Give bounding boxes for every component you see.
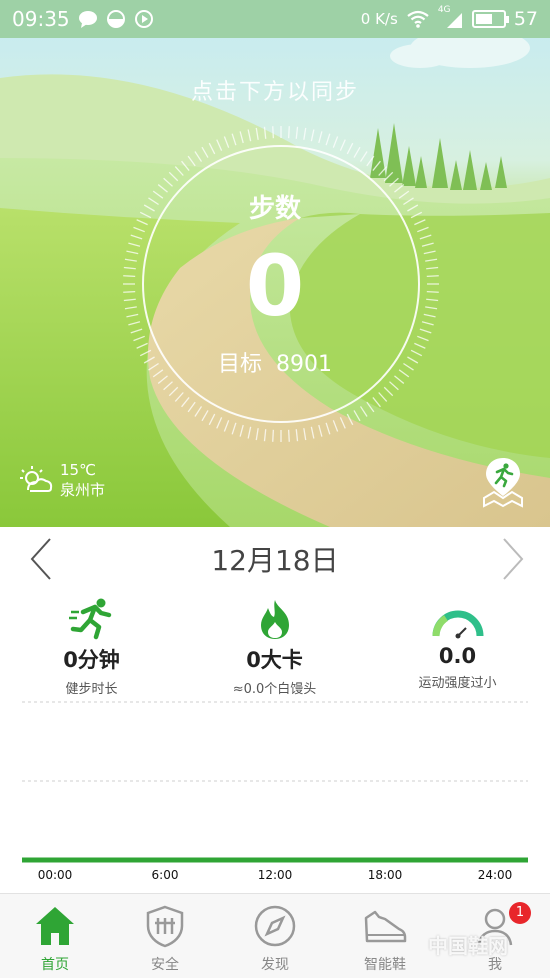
home-icon — [36, 907, 74, 945]
battery-level: 57 — [513, 8, 538, 30]
message-icon — [78, 11, 97, 28]
media-icon — [134, 10, 153, 28]
nav-home-label: 首页 — [41, 957, 69, 973]
runner-icon — [68, 598, 111, 640]
nav-smart-shoe[interactable]: 智能鞋 — [330, 894, 440, 978]
nav-home[interactable]: 首页 — [0, 894, 110, 978]
notification-badge: 1 — [509, 902, 531, 924]
nav-safety-label: 安全 — [151, 957, 179, 973]
x-tick-label: 00:00 — [37, 868, 73, 882]
goal-value: 8901 — [276, 352, 332, 377]
stat-intensity-label: 运动强度过小 — [418, 676, 497, 691]
chevron-right-icon[interactable] — [492, 535, 532, 583]
activity-chart: 00:00 6:00 12:00 18:00 24:00 — [0, 700, 550, 888]
compass-icon — [254, 905, 296, 947]
watermark-logo: 中国鞋网 — [428, 934, 508, 958]
nav-discover[interactable]: 发现 — [220, 894, 330, 978]
selected-date: 12月18日 — [211, 544, 339, 577]
goal-line: 目标 8901 — [0, 346, 550, 378]
battery-icon — [471, 10, 509, 28]
step-hero[interactable]: 点击下方以同步 步数 0 目标 8901 15℃ 泉州市 — [0, 38, 550, 527]
stat-intensity-value: 0.0 — [438, 644, 477, 668]
x-tick-label: 24:00 — [477, 868, 513, 882]
gauge-icon — [432, 610, 483, 639]
nav-discover-label: 发现 — [261, 957, 289, 973]
stat-duration-label: 健步时长 — [65, 682, 118, 697]
cell-signal-icon: 4G — [438, 5, 464, 29]
x-tick-label: 18:00 — [367, 868, 403, 882]
chevron-left-icon[interactable] — [22, 535, 62, 583]
stat-duration: 0分钟 健步时长 — [0, 596, 183, 697]
network-speed: 0 K/s — [360, 10, 398, 28]
weather-widget[interactable]: 15℃ 泉州市 — [18, 460, 105, 500]
stat-calories: 0大卡 ≈0.0个白馒头 — [183, 596, 366, 697]
status-time: 09:35 — [12, 7, 70, 31]
shield-icon — [146, 905, 184, 948]
nav-smart-shoe-label: 智能鞋 — [364, 957, 406, 973]
shoe-icon — [364, 910, 407, 943]
runner-pin-icon[interactable] — [478, 456, 528, 508]
nav-safety[interactable]: 安全 — [110, 894, 220, 978]
goal-label: 目标 — [217, 352, 262, 377]
weather-city: 泉州市 — [60, 481, 106, 499]
stat-intensity: 0.0 运动强度过小 — [366, 596, 549, 691]
weather-temperature: 15℃ — [60, 461, 96, 479]
half-circle-icon — [106, 10, 125, 28]
daily-stats: 0分钟 健步时长 0大卡 ≈0.0个白馒头 0.0 运动强度过小 — [0, 596, 550, 697]
stat-calories-label: ≈0.0个白馒头 — [232, 682, 317, 697]
stat-calories-value: 0大卡 — [246, 648, 303, 672]
steps-title: 步数 — [248, 194, 301, 224]
x-tick-label: 6:00 — [151, 868, 179, 882]
stat-duration-value: 0分钟 — [63, 648, 120, 672]
sync-hint[interactable]: 点击下方以同步 — [0, 74, 550, 106]
flame-icon — [260, 600, 289, 639]
wifi-icon — [407, 10, 429, 28]
partly-cloudy-icon — [20, 466, 53, 492]
steps-value: 0 — [245, 237, 305, 335]
x-tick-label: 12:00 — [257, 868, 293, 882]
date-navigator: 12月18日 — [0, 527, 550, 591]
status-bar: 09:35 0 K/s 4G 57 — [0, 0, 550, 38]
activity-chart-svg — [22, 701, 528, 863]
